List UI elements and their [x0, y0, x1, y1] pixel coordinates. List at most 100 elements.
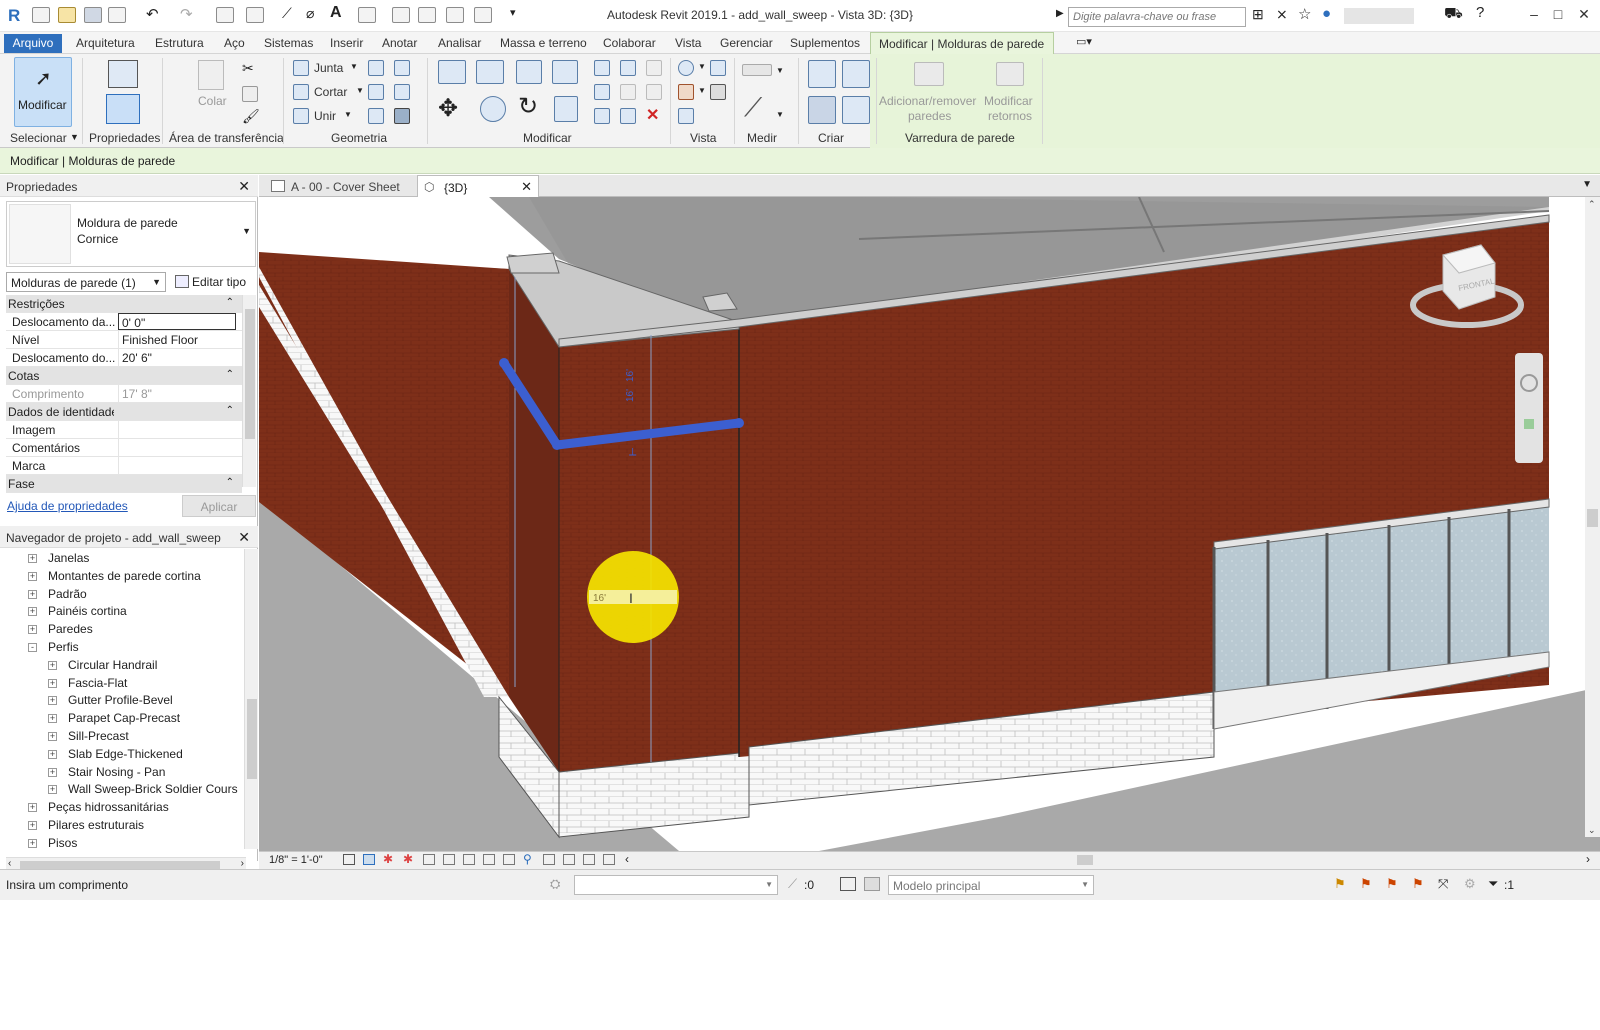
- unite-icon[interactable]: [293, 108, 309, 124]
- tag-icon[interactable]: ⌀: [306, 5, 314, 22]
- design-option-dropdown[interactable]: Modelo principal ▼: [888, 875, 1094, 895]
- chevron-down-icon[interactable]: ▼: [698, 86, 706, 95]
- sync-icon[interactable]: [108, 7, 126, 23]
- expand-icon[interactable]: +: [28, 554, 37, 563]
- scale-icon[interactable]: [620, 84, 636, 100]
- tab-vista[interactable]: Vista: [675, 36, 701, 50]
- model-canvas[interactable]: 16' 16' ⟂ 16' I FRONTAL ⌃ ⌄: [259, 197, 1600, 851]
- main-model-icon[interactable]: [864, 877, 880, 891]
- mirror-axis-icon[interactable]: [516, 60, 542, 84]
- join-label[interactable]: Junta: [314, 61, 343, 75]
- select-pinned-icon[interactable]: ⚑: [1386, 876, 1398, 892]
- filter-icon[interactable]: ⏷: [1488, 876, 1498, 892]
- open-icon[interactable]: [32, 7, 50, 23]
- cart-icon[interactable]: ⛟: [1444, 5, 1463, 24]
- hide-element-icon[interactable]: [678, 60, 694, 76]
- minimize-icon[interactable]: –: [1524, 6, 1544, 24]
- sun-path-icon[interactable]: ✱: [383, 852, 393, 866]
- apply-button[interactable]: Aplicar: [182, 495, 256, 517]
- cut-icon[interactable]: ✂: [242, 60, 254, 77]
- create-group-icon[interactable]: [808, 96, 836, 124]
- trim-single-icon[interactable]: [594, 108, 610, 124]
- visual-style-icon[interactable]: [363, 854, 375, 865]
- copy-icon[interactable]: [242, 86, 258, 102]
- worksharing-icon[interactable]: [543, 854, 555, 865]
- tab-suplementos[interactable]: Suplementos: [790, 36, 860, 50]
- properties-icon[interactable]: [106, 94, 140, 124]
- create-similar-icon[interactable]: [842, 96, 870, 124]
- browser-tree-item[interactable]: + Montantes de parede cortina: [0, 568, 244, 585]
- chevron-down-icon[interactable]: ▼: [356, 86, 364, 95]
- workset-dropdown[interactable]: ▼: [574, 875, 778, 895]
- group-identidade[interactable]: Dados de identidade ⌃: [6, 403, 242, 421]
- tab-colaborar[interactable]: Colaborar: [603, 36, 656, 50]
- cut-geometry-label[interactable]: Cortar: [314, 85, 347, 99]
- align-icon[interactable]: [438, 60, 466, 84]
- reveal-hidden-icon[interactable]: ⚲: [523, 852, 532, 866]
- offset-icon[interactable]: [476, 60, 504, 84]
- search-arrow-icon[interactable]: ▶: [1056, 8, 1064, 19]
- save-icon[interactable]: [84, 7, 102, 23]
- thin-lines-icon[interactable]: [418, 7, 436, 23]
- dimension-icon[interactable]: ⟋: [282, 5, 292, 22]
- browser-tree-item[interactable]: + Slab Edge-Thickened: [0, 746, 244, 763]
- browser-tree-item[interactable]: + Parapet Cap-Precast: [0, 710, 244, 727]
- tab-inserir[interactable]: Inserir: [330, 36, 363, 50]
- image-field[interactable]: [118, 421, 236, 438]
- chevron-down-icon[interactable]: ▼: [70, 132, 79, 142]
- browser-tree-item[interactable]: + Stair Nosing - Pan: [0, 764, 244, 781]
- chevron-down-icon[interactable]: ▼: [776, 66, 784, 75]
- crop-view-icon[interactable]: [443, 854, 455, 865]
- highlight-displacement-icon[interactable]: [583, 854, 595, 865]
- tab-modificar-molduras[interactable]: Modificar | Molduras de parede: [870, 32, 1054, 54]
- browser-tree-item[interactable]: + Padrão: [0, 586, 244, 603]
- group-cotas[interactable]: Cotas ⌃: [6, 367, 242, 385]
- collapse-icon[interactable]: -: [28, 643, 37, 652]
- select-links-icon[interactable]: ⚑: [1334, 876, 1346, 892]
- detail-level-icon[interactable]: [343, 854, 355, 865]
- aligned-dimension-icon[interactable]: ⟋: [744, 92, 762, 124]
- base-offset-field[interactable]: 0' 0": [118, 313, 236, 330]
- tab-analisar[interactable]: Analisar: [438, 36, 481, 50]
- tab-cover-sheet[interactable]: A - 00 - Cover Sheet: [265, 175, 415, 197]
- view-hscroll-thumb[interactable]: [1077, 855, 1093, 865]
- browser-tree-item[interactable]: + Janelas: [0, 550, 244, 567]
- mark-field[interactable]: [118, 457, 236, 474]
- tab-estrutura[interactable]: Estrutura: [155, 36, 204, 50]
- expand-icon[interactable]: +: [28, 607, 37, 616]
- browser-tree-item[interactable]: + Wall Sweep-Brick Soldier Cours: [0, 781, 244, 798]
- folder-icon[interactable]: [58, 7, 76, 23]
- browser-tree-item[interactable]: + Pisos: [0, 835, 244, 852]
- tab-arquivo[interactable]: Arquivo: [4, 34, 62, 53]
- create-assembly-icon[interactable]: [808, 60, 836, 88]
- chevron-right-icon[interactable]: ›: [241, 858, 244, 869]
- cut-geometry-icon[interactable]: [293, 84, 309, 100]
- scroll-thumb[interactable]: [20, 861, 220, 869]
- background-process-icon[interactable]: ⚙: [1464, 876, 1476, 892]
- comments-field[interactable]: [118, 439, 236, 456]
- browser-tree-item[interactable]: + Peças hidrossanitárias: [0, 799, 244, 816]
- measure-icon[interactable]: [246, 7, 264, 23]
- print-icon[interactable]: [216, 7, 234, 23]
- unpin-icon[interactable]: [646, 60, 662, 76]
- properties-scrollbar[interactable]: [242, 295, 256, 487]
- chevron-down-icon[interactable]: ▼: [344, 110, 352, 119]
- shadows-icon[interactable]: ✱: [403, 852, 413, 866]
- undo-icon[interactable]: ↶: [146, 5, 159, 23]
- view-scale[interactable]: 1/8" = 1'-0": [269, 854, 323, 866]
- linework-view-icon[interactable]: [678, 84, 694, 100]
- chevron-left-icon[interactable]: ‹: [8, 858, 11, 869]
- override-graphics-icon[interactable]: [710, 60, 726, 76]
- close-icon[interactable]: ✕: [238, 529, 250, 546]
- tab-anotar[interactable]: Anotar: [382, 36, 417, 50]
- expand-icon[interactable]: +: [28, 625, 37, 634]
- chevron-right-icon[interactable]: ›: [1586, 852, 1590, 866]
- drag-elements-icon[interactable]: ⤧: [1438, 876, 1448, 892]
- type-properties-icon[interactable]: [108, 60, 138, 88]
- select-underlay-icon[interactable]: ⚑: [1360, 876, 1372, 892]
- tab-aco[interactable]: Aço: [224, 36, 245, 50]
- user-icon[interactable]: ●: [1322, 5, 1331, 22]
- chevron-down-icon[interactable]: ▼: [350, 62, 358, 71]
- expand-icon[interactable]: +: [48, 679, 57, 688]
- show-crop-icon[interactable]: [463, 854, 475, 865]
